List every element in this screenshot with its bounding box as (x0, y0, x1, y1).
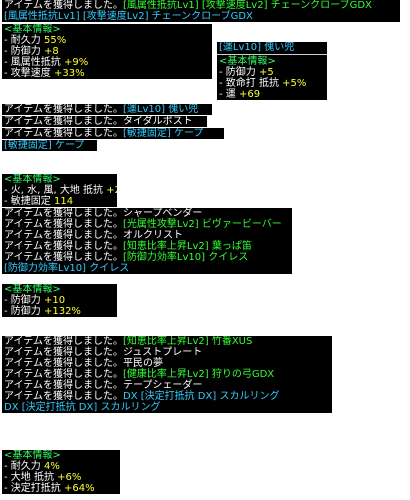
log-line: アイテムを獲得しました。[運Lv10] 傀い兜 (4, 104, 199, 115)
log-line: アイテムを獲得しました。[健康比率上昇Lv2] 狩りの弓GDX (4, 369, 275, 380)
stat-row: - 大地 抵抗 +6% (4, 472, 82, 483)
log-line: アイテムを獲得しました。[光属性攻撃Lv2] ビヴァービーバー (4, 219, 282, 230)
log-block-3: アイテムを獲得しました。[運Lv10] 傀い兜 (2, 104, 212, 115)
stats-block-5: <基本情報> - 耐久力 4% - 大地 抵抗 +6% - 決定打抵抗 +64% (2, 450, 120, 494)
log-block-3c: アイテムを獲得しました。[敏捷固定] ケープ (2, 128, 224, 139)
basic-info-header: <基本情報> (4, 284, 61, 295)
basic-info-header: <基本情報> (219, 56, 276, 67)
stat-row: - 風属性抵抗 +9% (4, 57, 89, 68)
log-line: アイテムを獲得しました。シャープベンダー (4, 208, 203, 219)
log-line-item: DX [決定打抵抗 DX] スカルリング (4, 402, 161, 413)
log-line-item: [防御力効率Lv10] クイレス (4, 263, 130, 274)
log-line: アイテムを獲得しました。[知恵比率上昇Lv2] 竹番XUS (4, 336, 253, 347)
stat-row: - 敏捷固定 114 (4, 196, 74, 207)
stat-row: - 攻撃速度 +33% (4, 68, 85, 79)
divider (217, 54, 327, 55)
stat-row: - 火, 水, 風, 大地 抵抗 +2% (4, 185, 117, 196)
stat-row: - 耐久力 4% (4, 461, 60, 472)
log-line: アイテムを獲得しました。[敏捷固定] ケープ (4, 128, 204, 139)
log-line-item: [敏捷固定] ケープ (4, 140, 85, 151)
stat-row: - 防御力 +8 (4, 46, 59, 57)
log-line: アイテムを獲得しました。オルクリスト (4, 230, 183, 241)
item-title: [運Lv10] 傀い兜 (219, 42, 295, 53)
basic-info-header: <基本情報> (4, 24, 61, 35)
stat-row: - 防御力 +132% (4, 306, 81, 317)
stat-row: - 防御力 +5 (219, 67, 274, 78)
stats-block-2: [運Lv10] 傀い兜 <基本情報> - 防御力 +5 - 致命打 抵抗 +5%… (217, 42, 327, 100)
stat-row: - 耐久力 55% (4, 35, 67, 46)
stats-block-1: <基本情報> - 耐久力 55% - 防御力 +8 - 風属性抵抗 +9% - … (2, 24, 212, 79)
log-line: アイテムを獲得しました。DX [決定打抵抗 DX] スカルリング (4, 391, 280, 402)
stats-block-4: <基本情報> - 防御力 +10 - 防御力 +132% (2, 284, 117, 317)
log-line: アイテムを獲得しました。平民の夢 (4, 358, 163, 369)
log-block-1: アイテムを獲得しました。[風属性抵抗Lv1] [攻撃速度Lv2] チェーンクロー… (2, 0, 400, 22)
basic-info-header: <基本情報> (4, 450, 61, 461)
log-line-item: [風属性抵抗Lv1] [攻撃速度Lv2] チェーンクローブGDX (4, 11, 253, 22)
log-line: アイテムを獲得しました。テープシェーダー (4, 380, 203, 391)
log-line: アイテムを獲得しました。[防御力効率Lv10] クイレス (4, 252, 249, 263)
stat-row: - 防御力 +10 (4, 295, 66, 306)
stat-row: - 運 +69 (219, 89, 261, 100)
log-block-3d: [敏捷固定] ケープ (2, 140, 97, 151)
stat-row: - 致命打 抵抗 +5% (219, 78, 307, 89)
log-line: アイテムを獲得しました。[風属性抵抗Lv1] [攻撃速度Lv2] チェーンクロー… (4, 0, 372, 11)
log-line: アイテムを獲得しました。ジュストプレート (4, 347, 203, 358)
log-block-3b: アイテムを獲得しました。タイダルポスト (2, 116, 207, 127)
log-block-5: アイテムを獲得しました。[知恵比率上昇Lv2] 竹番XUS アイテムを獲得しまし… (2, 336, 332, 413)
log-block-4: アイテムを獲得しました。シャープベンダー アイテムを獲得しました。[光属性攻撃L… (2, 208, 292, 274)
log-line: アイテムを獲得しました。[知恵比率上昇Lv2] 葉っぱ笛 (4, 241, 252, 252)
basic-info-header: <基本情報> (4, 174, 61, 185)
stats-block-3: <基本情報> - 火, 水, 風, 大地 抵抗 +2% - 敏捷固定 114 (2, 174, 117, 207)
log-line: アイテムを獲得しました。タイダルポスト (4, 116, 193, 127)
stat-row: - 決定打抵抗 +64% (4, 483, 95, 494)
